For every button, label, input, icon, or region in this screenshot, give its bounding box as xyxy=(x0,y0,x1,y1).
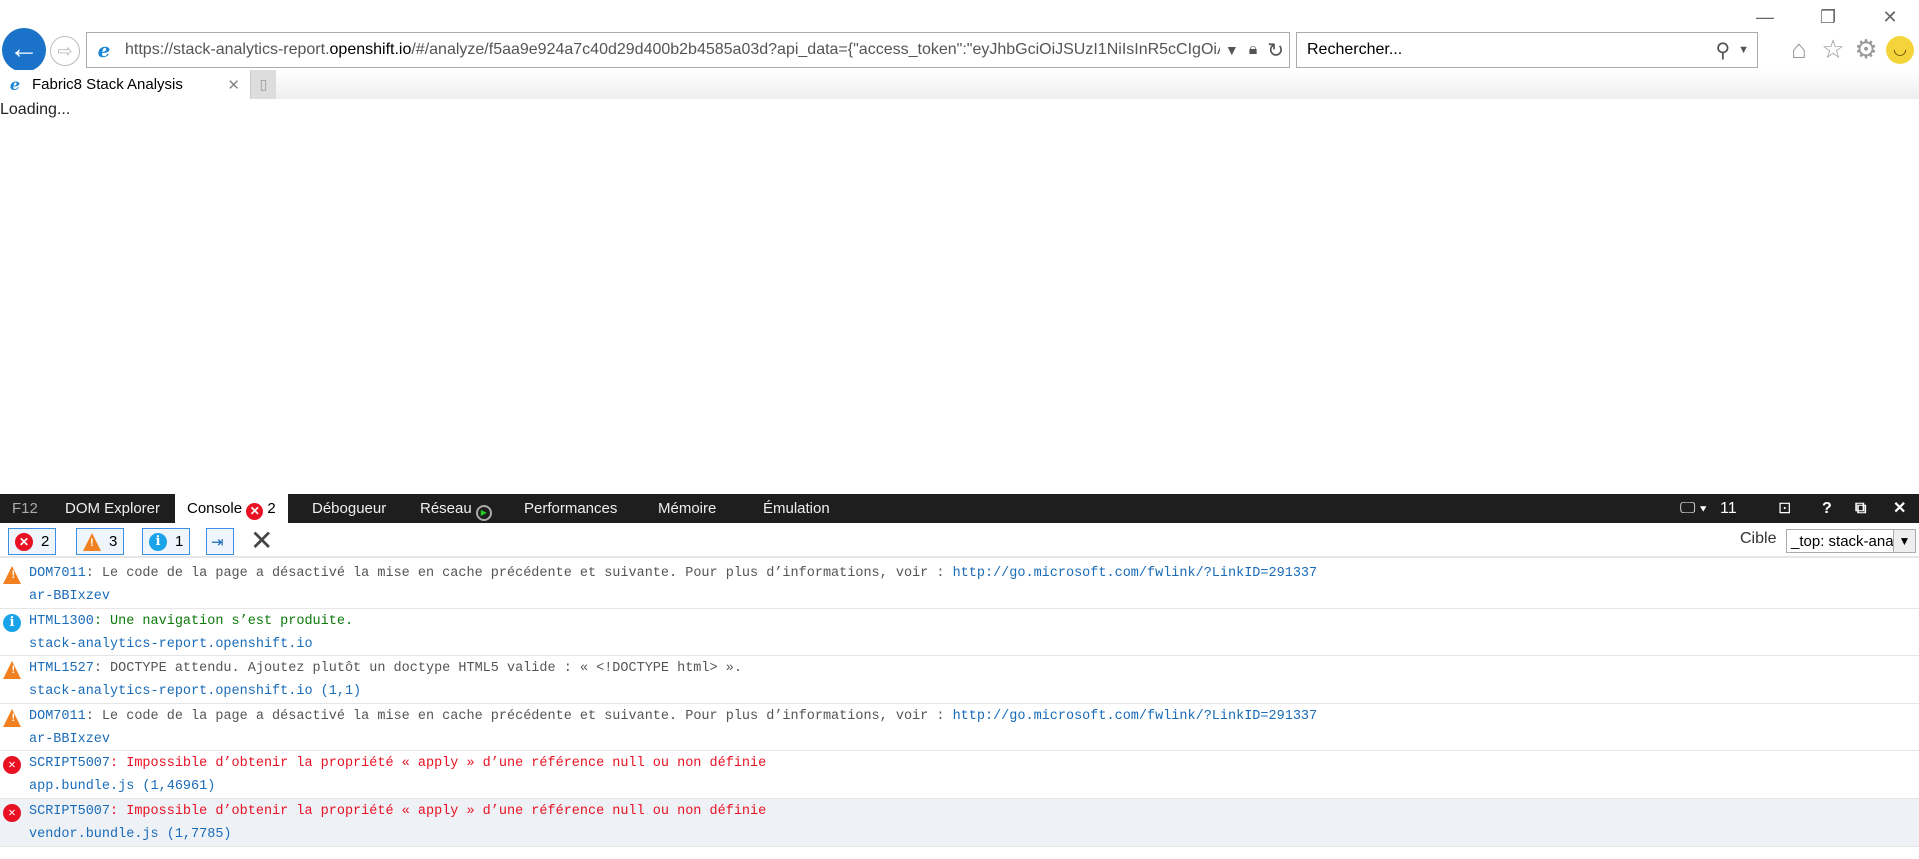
message-source[interactable]: stack-analytics-report.openshift.io (1,1… xyxy=(29,684,361,699)
favorites-star-icon[interactable]: ☆ xyxy=(1818,34,1848,65)
warning-icon: ! xyxy=(3,566,21,584)
console-toolbar: ✕ 2 ! 3 i1 ⇥ xyxy=(0,523,1919,558)
message-code: DOM7011 xyxy=(29,566,86,581)
info-count: 1 xyxy=(175,533,184,550)
tab-network[interactable]: Réseau ▶ xyxy=(408,494,504,523)
feedback-smiley-icon[interactable]: ◡ xyxy=(1886,36,1914,64)
url-text[interactable]: https://stack-analytics-report.openshift… xyxy=(125,41,1220,59)
search-dropdown-icon[interactable]: ▼ xyxy=(1738,44,1749,56)
address-bar[interactable]: e https://stack-analytics-report.openshi… xyxy=(86,32,1290,68)
devtools-tab-bar: F12 DOM Explorer Console ✕ 2 Débogueur R… xyxy=(0,494,1919,523)
errors-count: 2 xyxy=(41,533,50,550)
tab-console-label: Console xyxy=(187,500,243,517)
filter-warnings-button[interactable]: ! 3 xyxy=(76,528,125,555)
message-text: : Une navigation s’est produite. xyxy=(93,613,354,629)
home-icon[interactable]: ⌂ xyxy=(1784,34,1814,65)
filter-info-button[interactable]: i1 xyxy=(142,528,191,555)
lock-icon[interactable]: 🔒︎ xyxy=(1249,41,1258,59)
message-link[interactable]: http://go.microsoft.com/fwlink/?LinkID=2… xyxy=(953,709,1318,724)
error-icon: ✕ xyxy=(3,803,21,822)
tab-strip xyxy=(0,70,1919,99)
dropdown-icon[interactable]: ▼ xyxy=(1225,42,1239,58)
console-toggle-icon[interactable]: ⊡ xyxy=(1778,494,1791,523)
message-text: : Impossible d’obtenir la propriété « ap… xyxy=(110,803,767,819)
target-label: Cible xyxy=(1740,530,1777,547)
message-text: : Le code de la page a désactivé la mise… xyxy=(85,708,953,724)
message-source[interactable]: vendor.bundle.js (1,7785) xyxy=(29,827,232,842)
warnings-count: 3 xyxy=(109,533,118,550)
message-code: HTML1300 xyxy=(29,613,94,629)
search-placeholder: Rechercher... xyxy=(1307,41,1403,58)
url-domain: openshift.io xyxy=(329,41,412,58)
message-code: SCRIPT5007 xyxy=(29,803,111,819)
error-icon: ✕ xyxy=(3,756,21,775)
message-source[interactable]: ar-BBIxzev xyxy=(29,589,110,604)
message-text: : Le code de la page a désactivé la mise… xyxy=(85,566,953,581)
console-message[interactable]: ! DOM7011: Le code de la page a désactiv… xyxy=(0,561,1919,609)
message-text: : Impossible d’obtenir la propriété « ap… xyxy=(110,756,767,772)
console-log: ! DOM7011: Le code de la page a désactiv… xyxy=(0,561,1919,847)
tab-debugger[interactable]: Débogueur xyxy=(300,494,398,523)
target-value: _top: stack-analytics-report.openshift.i… xyxy=(1791,532,1893,550)
refresh-icon[interactable]: ↻ xyxy=(1267,38,1284,63)
tab-close-icon[interactable]: ✕ xyxy=(227,76,240,94)
error-icon: ✕ xyxy=(15,532,33,551)
message-source[interactable]: stack-analytics-report.openshift.io xyxy=(29,637,313,652)
tab-f12[interactable]: F12 xyxy=(0,494,50,523)
console-message[interactable]: ! HTML1527: DOCTYPE attendu. Ajoutez plu… xyxy=(0,656,1919,704)
error-icon: ✕ xyxy=(246,503,264,520)
tab-console[interactable]: Console ✕ 2 xyxy=(175,494,288,523)
browser-tab-active[interactable]: e Fabric8 Stack Analysis ✕ xyxy=(0,70,250,99)
console-error-count: 2 xyxy=(267,500,276,517)
search-icon[interactable]: ⚲ xyxy=(1715,38,1730,63)
message-link[interactable]: http://go.microsoft.com/fwlink/?LinkID=2… xyxy=(953,566,1318,581)
message-source[interactable]: app.bundle.js (1,46961) xyxy=(29,779,215,794)
help-icon[interactable]: ? xyxy=(1822,494,1832,523)
minimize-button[interactable]: — xyxy=(1745,4,1785,30)
close-devtools-icon[interactable]: ✕ xyxy=(1893,494,1906,523)
message-text: : DOCTYPE attendu. Ajoutez plutôt un doc… xyxy=(93,661,742,677)
back-button[interactable]: ← xyxy=(2,28,46,72)
tab-performance[interactable]: Performances xyxy=(512,494,629,523)
message-code: SCRIPT5007 xyxy=(29,756,111,772)
restore-button[interactable]: ❐ xyxy=(1808,4,1848,30)
new-tab-button[interactable]: ▯ xyxy=(250,70,276,99)
search-box[interactable]: Rechercher... ⚲ ▼ xyxy=(1296,32,1758,68)
ie-favicon-icon: e xyxy=(9,75,21,94)
tab-emulation[interactable]: Émulation xyxy=(751,494,842,523)
play-icon: ▶ xyxy=(475,505,492,521)
console-message[interactable]: i HTML1300: Une navigation s’est produit… xyxy=(0,609,1919,657)
forward-button[interactable]: ⇨ xyxy=(50,36,80,66)
chevron-down-icon[interactable]: ▼ xyxy=(1893,530,1915,552)
ie-icon: e xyxy=(97,38,111,62)
undock-icon[interactable]: ⧉ xyxy=(1855,494,1866,523)
tab-title: Fabric8 Stack Analysis xyxy=(32,76,183,93)
tab-network-label: Réseau xyxy=(420,500,472,517)
loading-text: Loading... xyxy=(0,101,71,118)
target-select[interactable]: _top: stack-analytics-report.openshift.i… xyxy=(1786,529,1916,553)
message-code: HTML1527 xyxy=(29,661,94,677)
warning-icon: ! xyxy=(83,532,101,551)
warning-icon: ! xyxy=(3,661,21,680)
warning-icon: ! xyxy=(3,708,21,727)
console-message[interactable]: ! DOM7011: Le code de la page a désactiv… xyxy=(0,704,1919,752)
url-prefix: https://stack-analytics-report. xyxy=(125,41,330,58)
url-suffix: /#/analyze/f5aa9e924a7c40d29d400b2b4585a… xyxy=(411,41,1220,58)
document-mode[interactable]: 11 xyxy=(1720,494,1737,523)
device-icon[interactable]: 🖵︎ ▾ xyxy=(1680,494,1707,523)
console-message[interactable]: ✕ SCRIPT5007: Impossible d’obtenir la pr… xyxy=(0,798,1919,847)
clear-console-icon[interactable]: ✕ xyxy=(250,524,273,557)
close-window-button[interactable]: ✕ xyxy=(1870,4,1910,30)
console-message[interactable]: ✕ SCRIPT5007: Impossible d’obtenir la pr… xyxy=(0,751,1919,799)
message-code: DOM7011 xyxy=(29,708,86,724)
info-icon: i xyxy=(3,613,21,632)
info-icon: i xyxy=(149,532,167,551)
clear-on-navigate-button[interactable]: ⇥ xyxy=(206,528,234,555)
settings-gear-icon[interactable]: ⚙ xyxy=(1851,34,1881,65)
filter-errors-button[interactable]: ✕ 2 xyxy=(8,528,57,555)
message-source[interactable]: ar-BBIxzev xyxy=(29,732,110,747)
tab-memory[interactable]: Mémoire xyxy=(646,494,728,523)
tab-dom-explorer[interactable]: DOM Explorer xyxy=(53,494,172,523)
clear-on-navigate-icon: ⇥ xyxy=(211,533,224,551)
